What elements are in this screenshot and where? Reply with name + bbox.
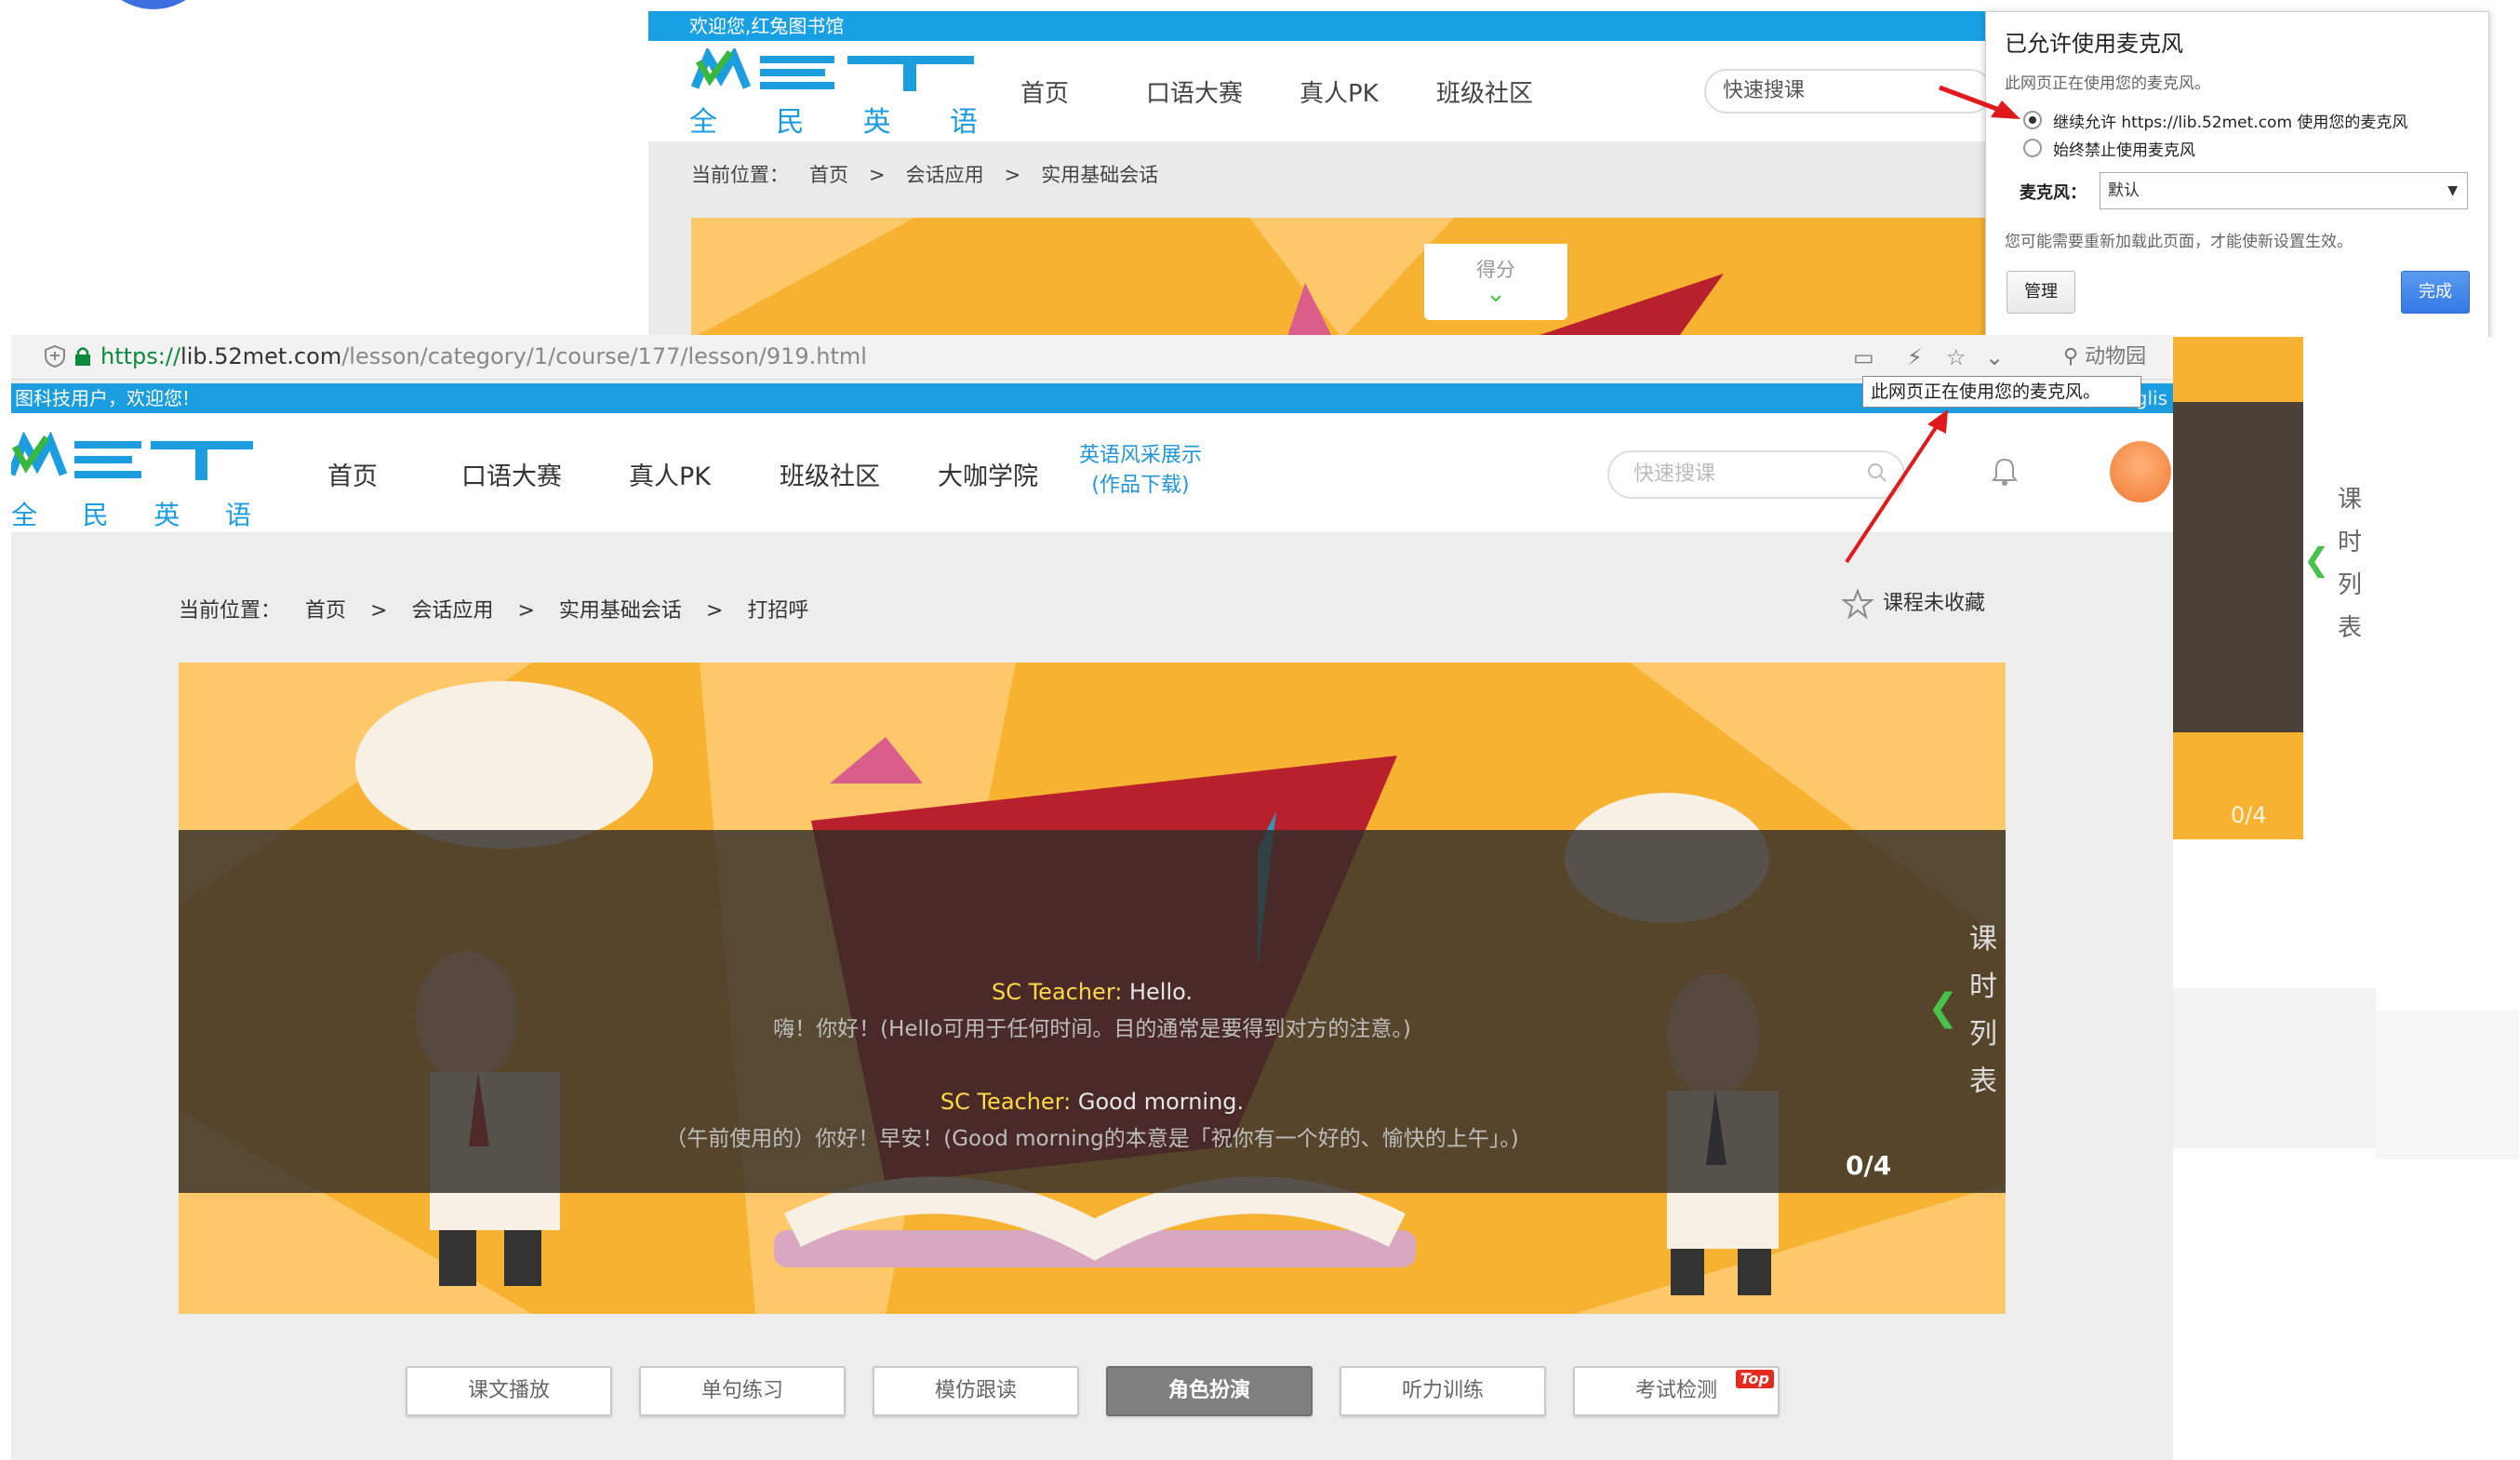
score-label: 得分 [1476, 259, 1515, 281]
radio-allow[interactable] [2023, 111, 2042, 129]
nav-speech-contest[interactable]: 口语大赛 [1146, 74, 1243, 109]
progress-counter: 0/4 [1846, 1150, 1892, 1181]
chevron-left-icon[interactable]: ❮ [1927, 986, 1959, 1029]
nav-speech-contest[interactable]: 口语大赛 [461, 456, 562, 492]
site-header: 全民英语 首页 口语大赛 真人PK 班级社区 大咖学院 英语风采展示 (作品下载… [11, 413, 2173, 532]
nav-class-community[interactable]: 班级社区 [780, 456, 880, 492]
caret-down-icon: ▼ [2447, 183, 2458, 198]
search-icon: ⚲ [2063, 345, 2079, 368]
nav-home[interactable]: 首页 [327, 456, 378, 492]
url-field[interactable]: https://lib.52met.com/lesson/category/1/… [100, 343, 867, 369]
tab-exam[interactable]: 考试检测 Top [1573, 1366, 1780, 1416]
tab-exam-label: 考试检测 [1634, 1379, 1717, 1402]
done-button[interactable]: 完成 [2401, 271, 2470, 314]
mic-permission-popup: 已允许使用麦克风 此网页正在使用您的麦克风。 继续允许 https://lib.… [1985, 11, 2489, 339]
nav-home[interactable]: 首页 [1020, 74, 1069, 109]
favorite-toggle[interactable]: 课程未收藏 [1842, 586, 1985, 620]
mic-label: 麦克风： [2020, 183, 2087, 203]
tab-listening[interactable]: 听力训练 [1340, 1366, 1546, 1416]
background-screenshot: 欢迎您,红兔图书馆 全民英语 首页 口语大赛 真人PK 班级社区 快速搜课 当前… [648, 11, 1988, 337]
chevron-down-icon[interactable]: ⌄ [1985, 344, 2004, 370]
option-allow-label[interactable]: 继续允许 https://lib.52met.com 使用您的麦克风 [2053, 109, 2407, 132]
radio-block[interactable] [2023, 139, 2042, 157]
site-header: 全民英语 首页 口语大赛 真人PK 班级社区 快速搜课 [648, 41, 1988, 141]
banner-illustration [691, 218, 1724, 337]
star-icon[interactable]: ☆ [1946, 344, 1967, 370]
right-screenshot-fragment: 0/4 ❮ 课时列表 [2173, 337, 2519, 1159]
tab-text-playback[interactable]: 课文播放 [406, 1366, 612, 1416]
nav-pk[interactable]: 真人PK [629, 456, 711, 492]
search-input[interactable]: 快速搜课 [1704, 69, 1988, 114]
dialogue-line-cn: （午前使用的）你好！早安！(Good morning的本意是「祝你有一个好的、愉… [665, 1127, 1519, 1151]
lightning-icon[interactable]: ⚡ [1907, 344, 1923, 370]
chevron-left-icon[interactable]: ❮ [2303, 542, 2330, 579]
shield-icon [45, 344, 65, 368]
favorite-label: 课程未收藏 [1883, 592, 1986, 615]
panel-fragment [2376, 1011, 2519, 1159]
breadcrumb: 当前位置： 首页 > 会话应用 > 实用基础会话 > 打招呼 [179, 599, 809, 623]
nav-showcase[interactable]: 英语风采展示 (作品下载) [1079, 441, 1202, 501]
chevron-down-icon: ⌄ [1486, 280, 1506, 308]
logo-subtitle: 全民英语 [11, 500, 251, 530]
manage-button[interactable]: 管理 [2007, 271, 2075, 314]
top-badge: Top [1735, 1370, 1774, 1388]
logo-subtitle: 全民英语 [689, 106, 978, 139]
main-screenshot: https://lib.52met.com/lesson/category/1/… [11, 335, 2173, 1460]
mic-select[interactable]: 默认 ▼ [2100, 172, 2468, 209]
tab-shadow-reading[interactable]: 模仿跟读 [873, 1366, 1079, 1416]
popup-description: 此网页正在使用您的麦克风。 [2005, 74, 2210, 93]
star-outline-icon [1842, 588, 1873, 620]
breadcrumb: 当前位置： 首页 > 会话应用 > 实用基础会话 [691, 164, 1159, 186]
dialogue-line-en: SC Teacher: Good morning. [940, 1089, 1245, 1115]
welcome-bar: 欢迎您,红兔图书馆 [648, 11, 1988, 41]
lock-icon [75, 347, 90, 366]
dialogue-line-en: SC Teacher: Hello. [991, 979, 1193, 1005]
nav-showcase-line1: 英语风采展示 [1079, 444, 1203, 467]
avatar[interactable] [2110, 441, 2171, 502]
lesson-stage: SC Teacher: Hello. 嗨！你好！(Hello可用于任何时间。目的… [179, 663, 2006, 1314]
welcome-bar: 图科技用户，欢迎您! 中文 Englis [11, 383, 2173, 413]
browser-search-text: 动物园 [2085, 345, 2147, 368]
panel-fragment [2173, 988, 2376, 1148]
lesson-banner [691, 218, 1988, 337]
decorative-circle [93, 0, 214, 9]
dialogue-line-cn: 嗨！你好！(Hello可用于任何时间。目的通常是要得到对方的注意。) [773, 1017, 1411, 1041]
score-tab[interactable]: 得分 ⌄ [1424, 244, 1567, 320]
nav-pk[interactable]: 真人PK [1300, 74, 1379, 109]
popup-note: 您可能需要重新加载此页面，才能使新设置生效。 [2005, 233, 2353, 251]
mic-select-value: 默认 [2108, 181, 2140, 200]
mic-tooltip: 此网页正在使用您的麦克风。 [1862, 376, 2141, 408]
lesson-list-toggle[interactable]: 课时列表 [2331, 478, 2368, 650]
welcome-text: 图科技用户，欢迎您! [15, 387, 191, 409]
address-bar: https://lib.52met.com/lesson/category/1/… [11, 335, 2173, 380]
mic-indicator-icon[interactable]: ▭ [1853, 344, 1874, 370]
tab-role-play[interactable]: 角色扮演 [1106, 1366, 1313, 1416]
search-input[interactable]: 快速搜课 [1607, 450, 1905, 499]
bell-icon[interactable] [1991, 456, 2019, 488]
nav-expert-academy[interactable]: 大咖学院 [938, 456, 1038, 492]
nav-class-community[interactable]: 班级社区 [1436, 74, 1533, 109]
browser-search[interactable]: ⚲ 动物园 [2054, 341, 2173, 374]
lesson-list-toggle[interactable]: 课时列表 [1967, 916, 2000, 1105]
tab-sentence-practice[interactable]: 单句练习 [639, 1366, 846, 1416]
search-icon[interactable] [1866, 462, 1888, 484]
nav-showcase-line2: (作品下载) [1091, 474, 1190, 497]
progress-counter: 0/4 [2231, 802, 2267, 828]
overlay-fragment [2173, 402, 2303, 732]
search-placeholder: 快速搜课 [1633, 462, 1716, 486]
popup-title: 已允许使用麦克风 [2005, 31, 2183, 57]
mode-tabs: 课文播放 单句练习 模仿跟读 角色扮演 听力训练 考试检测 Top [406, 1366, 1801, 1422]
option-block-label[interactable]: 始终禁止使用麦克风 [2053, 137, 2195, 160]
